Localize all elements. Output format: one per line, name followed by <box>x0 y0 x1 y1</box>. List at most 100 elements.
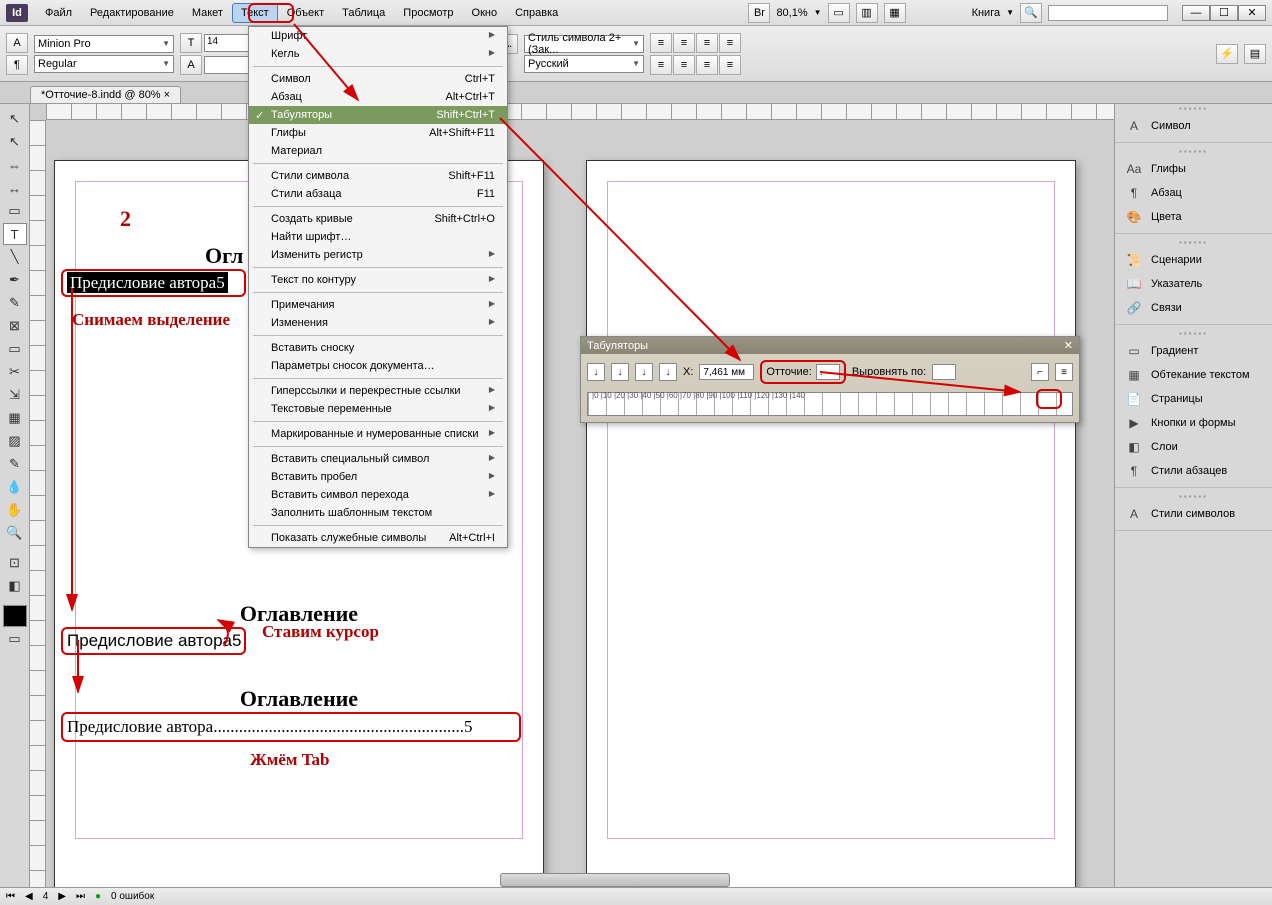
preface-dotted[interactable]: Предисловие автора......................… <box>67 717 472 737</box>
frame-tool[interactable]: ⊠ <box>3 315 27 337</box>
panel-layers[interactable]: ◧Слои <box>1115 435 1272 459</box>
gap-tool[interactable]: ↔ <box>3 177 27 199</box>
panel-parastyles[interactable]: ¶Стили абзацев <box>1115 459 1272 483</box>
leader-input[interactable] <box>816 364 840 380</box>
zoom-level[interactable]: 80,1% <box>776 7 807 19</box>
direct-selection-tool[interactable]: ↖ <box>3 131 27 153</box>
snap-above-frame-icon[interactable]: ⌐ <box>1031 363 1049 381</box>
menu-item-маркированные-и-нумерованные-списки[interactable]: Маркированные и нумерованные списки <box>249 425 507 443</box>
menu-item-материал[interactable]: Материал <box>249 142 507 160</box>
pencil-tool[interactable]: ✎ <box>3 292 27 314</box>
panel-textwrap[interactable]: ▦Обтекание текстом <box>1115 363 1272 387</box>
menu-layout[interactable]: Макет <box>183 3 232 23</box>
horizontal-ruler[interactable] <box>46 104 1114 120</box>
font-size-input[interactable]: 14 <box>204 34 254 52</box>
menu-item-параметры-сносок-документа-[interactable]: Параметры сносок документа… <box>249 357 507 375</box>
panel-character[interactable]: AСимвол <box>1115 114 1272 138</box>
menu-item-символ[interactable]: СимволCtrl+T <box>249 70 507 88</box>
eyedropper-tool[interactable]: 💧 <box>3 476 27 498</box>
workspace-label[interactable]: Книга <box>972 7 1001 19</box>
arrange-icon[interactable]: ▥ <box>856 3 878 23</box>
page-right[interactable] <box>586 160 1076 887</box>
menu-item-показать-служебные-символы[interactable]: Показать служебные символыAlt+Ctrl+I <box>249 529 507 547</box>
window-minimize[interactable]: — <box>1182 5 1210 21</box>
char-style-dropdown[interactable]: Стиль символа 2+ (Зак...▼ <box>524 35 644 53</box>
menu-item-абзац[interactable]: АбзацAlt+Ctrl+T <box>249 88 507 106</box>
page-nav-last-icon[interactable]: ⏭ <box>76 891 85 902</box>
menu-item-кегль[interactable]: Кегль <box>249 45 507 63</box>
menu-item-создать-кривые[interactable]: Создать кривыеShift+Ctrl+O <box>249 210 507 228</box>
tabs-panel-menu-icon[interactable]: ≡ <box>1055 363 1073 381</box>
panel-buttons[interactable]: ▶Кнопки и формы <box>1115 411 1272 435</box>
justify-icon[interactable]: ≡ <box>719 33 741 53</box>
font-family-dropdown[interactable]: Minion Pro▼ <box>34 35 174 53</box>
menu-item-гиперссылки-и-перекрестные-ссылки[interactable]: Гиперссылки и перекрестные ссылки <box>249 382 507 400</box>
page-number-field[interactable]: 4 <box>43 891 49 902</box>
type-tool[interactable]: T <box>3 223 27 245</box>
window-maximize[interactable]: ☐ <box>1210 5 1238 21</box>
canvas[interactable]: Огл Предисловие автора5 Оглавление Преди… <box>30 104 1114 887</box>
gradient-swatch-tool[interactable]: ▦ <box>3 407 27 429</box>
panel-index[interactable]: 📖Указатель <box>1115 272 1272 296</box>
hand-tool[interactable]: ✋ <box>3 499 27 521</box>
menu-item-вставить-символ-перехода[interactable]: Вставить символ перехода <box>249 486 507 504</box>
tab-left-align-icon[interactable]: ↓ <box>587 363 605 381</box>
menu-help[interactable]: Справка <box>506 3 567 23</box>
menu-window[interactable]: Окно <box>463 3 507 23</box>
panel-charstyles[interactable]: AСтили символов <box>1115 502 1272 526</box>
para-format-icon[interactable]: ¶ <box>6 55 28 75</box>
apply-color[interactable] <box>3 605 27 627</box>
free-transform-tool[interactable]: ⇲ <box>3 384 27 406</box>
panel-paragraph[interactable]: ¶Абзац <box>1115 181 1272 205</box>
align-center-icon[interactable]: ≡ <box>673 33 695 53</box>
menu-item-глифы[interactable]: ГлифыAlt+Shift+F11 <box>249 124 507 142</box>
scissors-tool[interactable]: ✂ <box>3 361 27 383</box>
view-options-icon[interactable]: ▦ <box>884 3 906 23</box>
page-nav-next-icon[interactable]: ▶ <box>58 891 66 902</box>
tabs-panel[interactable]: Табуляторы✕ ↓ ↓ ↓ ↓ X: Отточие: Выровнят… <box>580 336 1080 423</box>
content-collector-tool[interactable]: ▭ <box>3 200 27 222</box>
fill-stroke-swap[interactable]: ⊡ <box>3 552 27 574</box>
menu-item-изменения[interactable]: Изменения <box>249 314 507 332</box>
document-tab[interactable]: *Отточие-8.indd @ 80% × <box>30 86 181 103</box>
tabs-ruler[interactable]: |0 |10 |20 |30 |40 |50 |60 |70 |80 |90 |… <box>587 392 1073 416</box>
menu-item-найти-шрифт-[interactable]: Найти шрифт… <box>249 228 507 246</box>
rectangle-tool[interactable]: ▭ <box>3 338 27 360</box>
vertical-ruler[interactable] <box>30 120 46 887</box>
panel-colors[interactable]: 🎨Цвета <box>1115 205 1272 229</box>
screen-mode[interactable]: ▭ <box>3 628 27 650</box>
page-nav-first-icon[interactable]: ⏮ <box>6 891 15 902</box>
control-menu-icon[interactable]: ▤ <box>1244 44 1266 64</box>
tab-x-input[interactable] <box>699 364 754 380</box>
screen-mode-icon[interactable]: ▭ <box>828 3 850 23</box>
bridge-icon[interactable]: Br <box>748 3 770 23</box>
menu-item-вставить-сноску[interactable]: Вставить сноску <box>249 339 507 357</box>
menu-item-табуляторы[interactable]: ТабуляторыShift+Ctrl+T <box>249 106 507 124</box>
tab-decimal-align-icon[interactable]: ↓ <box>659 363 677 381</box>
selection-tool[interactable]: ↖ <box>3 108 27 130</box>
panel-links[interactable]: 🔗Связи <box>1115 296 1272 320</box>
font-style-dropdown[interactable]: Regular▼ <box>34 55 174 73</box>
menu-item-вставить-пробел[interactable]: Вставить пробел <box>249 468 507 486</box>
tabs-panel-close-icon[interactable]: ✕ <box>1064 339 1073 352</box>
horizontal-scrollbar[interactable] <box>500 873 730 887</box>
align-on-input[interactable] <box>932 364 956 380</box>
menu-item-текстовые-переменные[interactable]: Текстовые переменные <box>249 400 507 418</box>
align-left-icon[interactable]: ≡ <box>650 33 672 53</box>
menu-item-стили-абзаца[interactable]: Стили абзацаF11 <box>249 185 507 203</box>
justify-full-icon[interactable]: ≡ <box>719 55 741 75</box>
panel-glyphs[interactable]: AaГлифы <box>1115 157 1272 181</box>
menu-item-текст-по-контуру[interactable]: Текст по контуру <box>249 271 507 289</box>
justify-right-icon[interactable]: ≡ <box>696 55 718 75</box>
zoom-tool[interactable]: 🔍 <box>3 522 27 544</box>
panel-scripts[interactable]: 📜Сценарии <box>1115 248 1272 272</box>
leading-input[interactable] <box>204 56 254 74</box>
default-fill-stroke[interactable]: ◧ <box>3 575 27 597</box>
menu-item-изменить-регистр[interactable]: Изменить регистр <box>249 246 507 264</box>
selected-text[interactable]: Предисловие автора5 <box>67 273 228 293</box>
justify-left-icon[interactable]: ≡ <box>650 55 672 75</box>
tab-right-align-icon[interactable]: ↓ <box>635 363 653 381</box>
page-nav-prev-icon[interactable]: ◀ <box>25 891 33 902</box>
menu-item-заполнить-шаблонным-текстом[interactable]: Заполнить шаблонным текстом <box>249 504 507 522</box>
tab-center-align-icon[interactable]: ↓ <box>611 363 629 381</box>
